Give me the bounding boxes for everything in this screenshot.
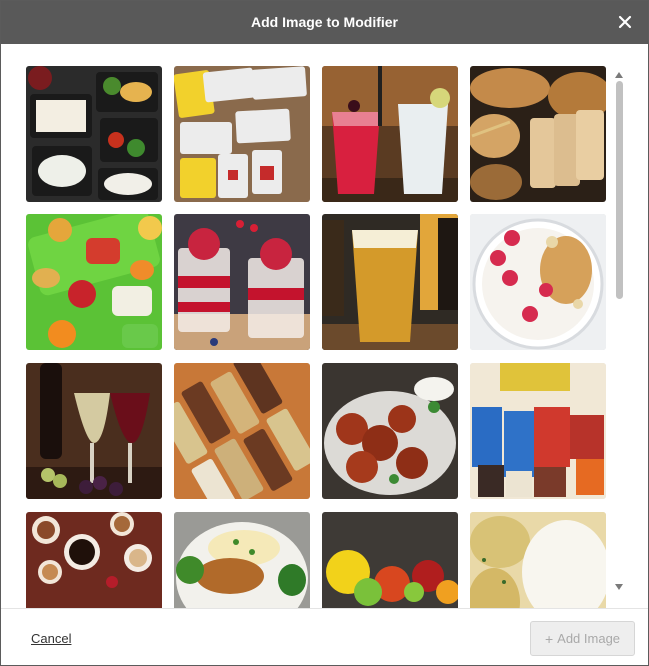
scroll-up-button[interactable] [614,67,624,78]
vertical-scrollbar[interactable] [612,67,626,591]
image-tile[interactable] [26,66,162,202]
plus-icon: + [544,630,554,647]
add-image-label: Add Image [557,631,621,646]
arrow-down-icon [615,584,623,590]
image-tile[interactable] [470,512,606,608]
image-tile[interactable] [322,512,458,608]
image-tile[interactable] [174,214,310,350]
image-tile[interactable] [26,214,162,350]
arrow-up-icon [615,72,623,78]
image-tile[interactable] [470,363,606,499]
cancel-button[interactable]: Cancel [31,631,71,646]
image-grid-scroll-area[interactable] [1,45,648,608]
image-tile[interactable] [322,363,458,499]
scroll-thumb[interactable] [616,81,623,299]
image-tile[interactable] [174,66,310,202]
close-button[interactable] [616,13,634,31]
image-tile[interactable] [26,512,162,608]
dialog-titlebar: Add Image to Modifier [1,1,648,44]
dialog-title: Add Image to Modifier [251,14,398,30]
image-tile[interactable] [174,512,310,608]
image-tile[interactable] [322,66,458,202]
image-tile[interactable] [470,66,606,202]
add-image-dialog: Add Image to Modifier Cancel + Add Image [0,0,649,666]
image-tile[interactable] [26,363,162,499]
image-tile[interactable] [470,214,606,350]
scroll-down-button[interactable] [614,579,624,590]
add-image-button[interactable]: + Add Image [530,621,635,656]
image-tile[interactable] [322,214,458,350]
close-icon [618,15,632,29]
footer-divider [1,608,648,609]
image-tile[interactable] [174,363,310,499]
